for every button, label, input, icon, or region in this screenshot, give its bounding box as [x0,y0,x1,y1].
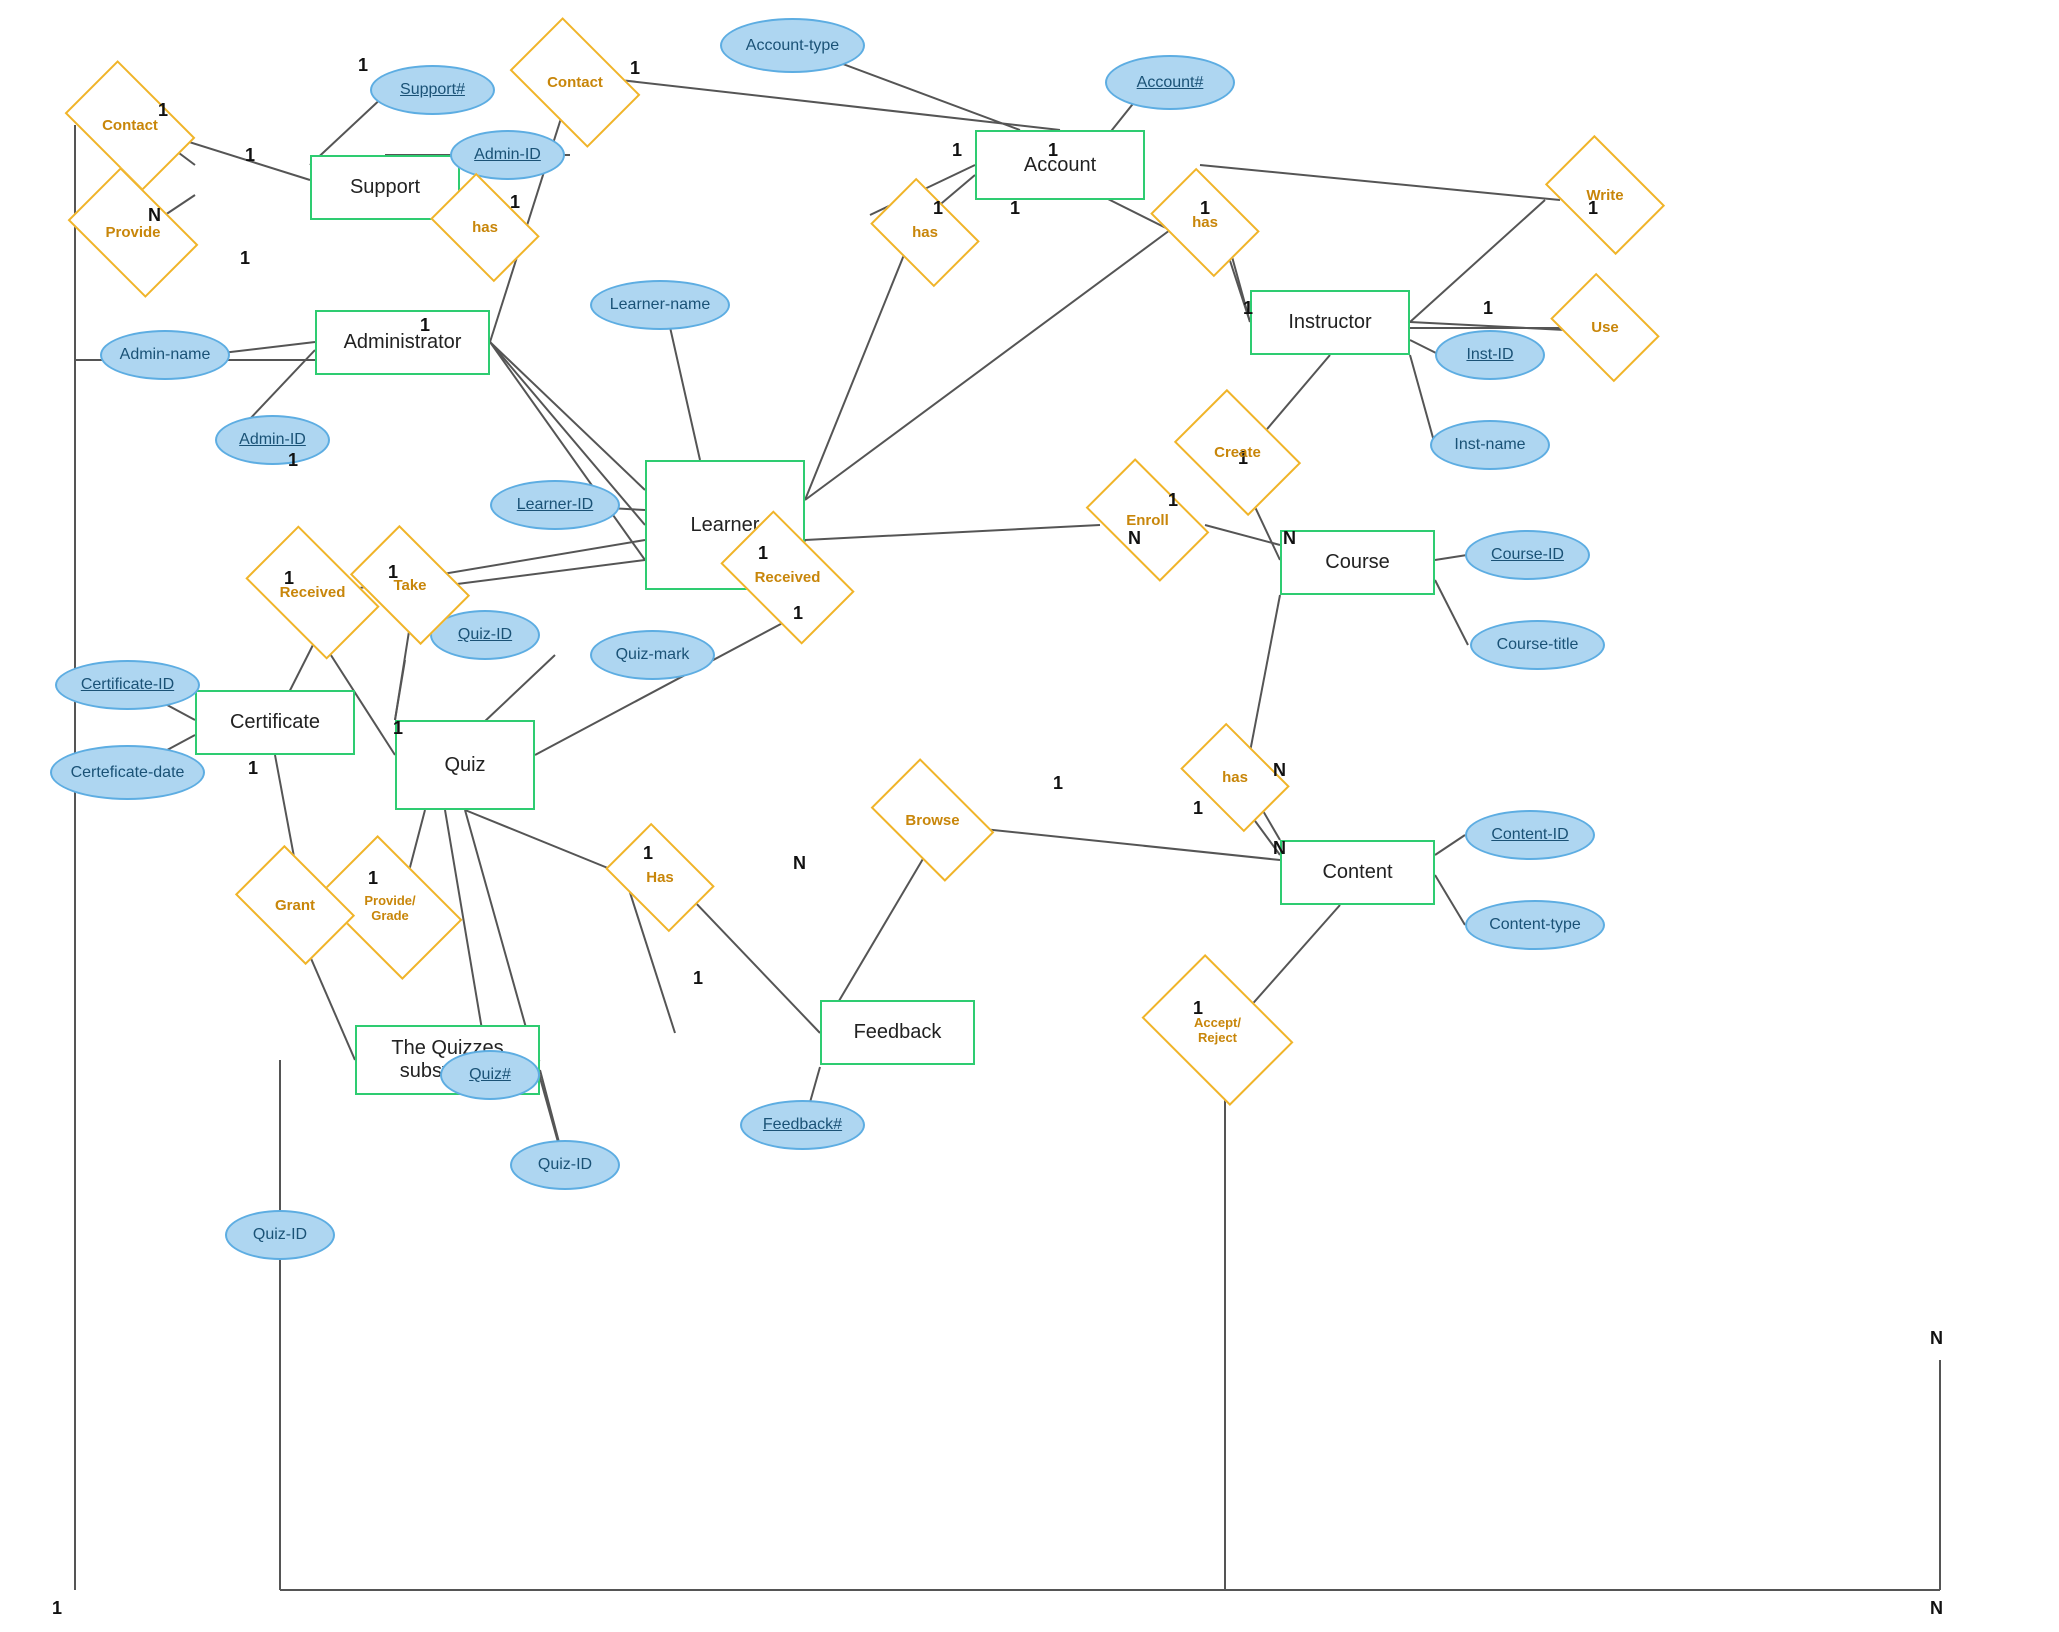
card-38: 1 [643,843,653,864]
card-32: 1 [1193,998,1203,1019]
entity-administrator: Administrator [315,310,490,375]
card-10: 1 [420,315,430,336]
rel-provide1: Provide [78,195,188,270]
attr-content-id: Content-ID [1465,810,1595,860]
card-9: 1 [510,192,520,213]
er-diagram: Account Support Administrator Learner In… [0,0,2059,1632]
card-20: 1 [1168,490,1178,511]
card-27: N [793,853,806,874]
attr-support-num: Support# [370,65,495,115]
card-31: 1 [1193,798,1203,819]
card-19: N [1128,528,1141,549]
card-24: 1 [393,718,403,739]
attr-course-title: Course-title [1470,620,1605,670]
entity-account: Account [975,130,1145,200]
attr-quiz-num: Quiz# [440,1050,540,1100]
attr-cert-id: Certificate-ID [55,660,200,710]
rel-write: Write [1555,160,1655,230]
card-25: 1 [758,543,768,564]
rel-accept-reject: Accept/Reject [1155,985,1280,1075]
entity-quiz: Quiz [395,720,535,810]
rel-browse: Browse [880,785,985,855]
entity-feedback: Feedback [820,1000,975,1065]
entity-certificate: Certificate [195,690,355,755]
card-15: 1 [1588,198,1598,219]
attr-account-type: Account-type [720,18,865,73]
attr-content-type: Content-type [1465,900,1605,950]
card-17: 1 [1238,448,1248,469]
attr-learner-id: Learner-ID [490,480,620,530]
rel-enroll: Enroll [1095,485,1200,555]
card-28: 1 [1053,773,1063,794]
rel-has2: has [880,200,970,265]
card-35: N [1930,1598,1943,1619]
attr-quiz-id2: Quiz-ID [510,1140,620,1190]
card-13: 1 [1200,198,1210,219]
card-16: 1 [1483,298,1493,319]
entity-instructor: Instructor [1250,290,1410,355]
card-2: 1 [245,145,255,166]
attr-inst-name: Inst-name [1430,420,1550,470]
card-8: 1 [1048,140,1058,161]
attr-course-id: Course-ID [1465,530,1590,580]
card-39: 1 [693,968,703,989]
rel-contact2: Contact [520,45,630,120]
attr-inst-id: Inst-ID [1435,330,1545,380]
rel-received1: Received [255,555,370,630]
attr-admin-id1: Admin-ID [450,130,565,180]
attr-cert-date: Certeficate-date [50,745,205,800]
entity-course: Course [1280,530,1435,595]
connector-lines [0,0,2059,1632]
card-4: 1 [240,248,250,269]
attr-quiz-id3: Quiz-ID [225,1210,335,1260]
rel-has5: has [1190,745,1280,810]
card-36: 1 [368,868,378,889]
card-34: 1 [52,1598,62,1619]
card-30: N [1273,838,1286,859]
card-7: 1 [952,140,962,161]
rel-take: Take [360,550,460,620]
card-33: N [1930,1328,1943,1349]
rel-contact1: Contact [75,88,185,163]
card-1: 1 [158,100,168,121]
card-22: 1 [288,450,298,471]
attr-quiz-mark: Quiz-mark [590,630,715,680]
rel-grant: Grant [245,870,345,940]
card-21: 1 [284,568,294,589]
card-5: 1 [358,55,368,76]
card-37: 1 [248,758,258,779]
card-23: 1 [388,562,398,583]
card-29: N [1273,760,1286,781]
attr-admin-id2: Admin-ID [215,415,330,465]
rel-provide-grade: Provide/Grade [330,865,450,950]
rel-received2: Received [730,540,845,615]
attr-admin-name: Admin-name [100,330,230,380]
card-26: 1 [793,603,803,624]
card-14: 1 [1243,298,1253,319]
card-3: N [148,205,161,226]
attr-feedback-num: Feedback# [740,1100,865,1150]
entity-content: Content [1280,840,1435,905]
attr-learner-name: Learner-name [590,280,730,330]
card-18: N [1283,528,1296,549]
card-11: 1 [933,198,943,219]
attr-account-num: Account# [1105,55,1235,110]
rel-has4: Has [615,845,705,910]
rel-use: Use [1560,295,1650,360]
card-12: 1 [1010,198,1020,219]
card-6: 1 [630,58,640,79]
